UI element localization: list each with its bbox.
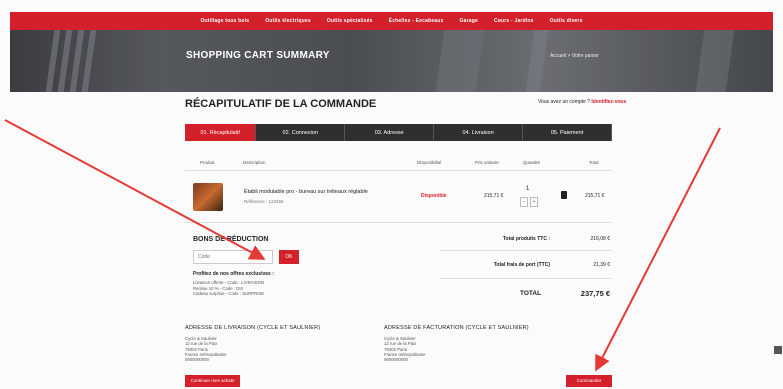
- arrow-to-checkout: [595, 127, 721, 372]
- arrow-to-coupon: [4, 119, 266, 260]
- annotation-arrows: [4, 119, 721, 372]
